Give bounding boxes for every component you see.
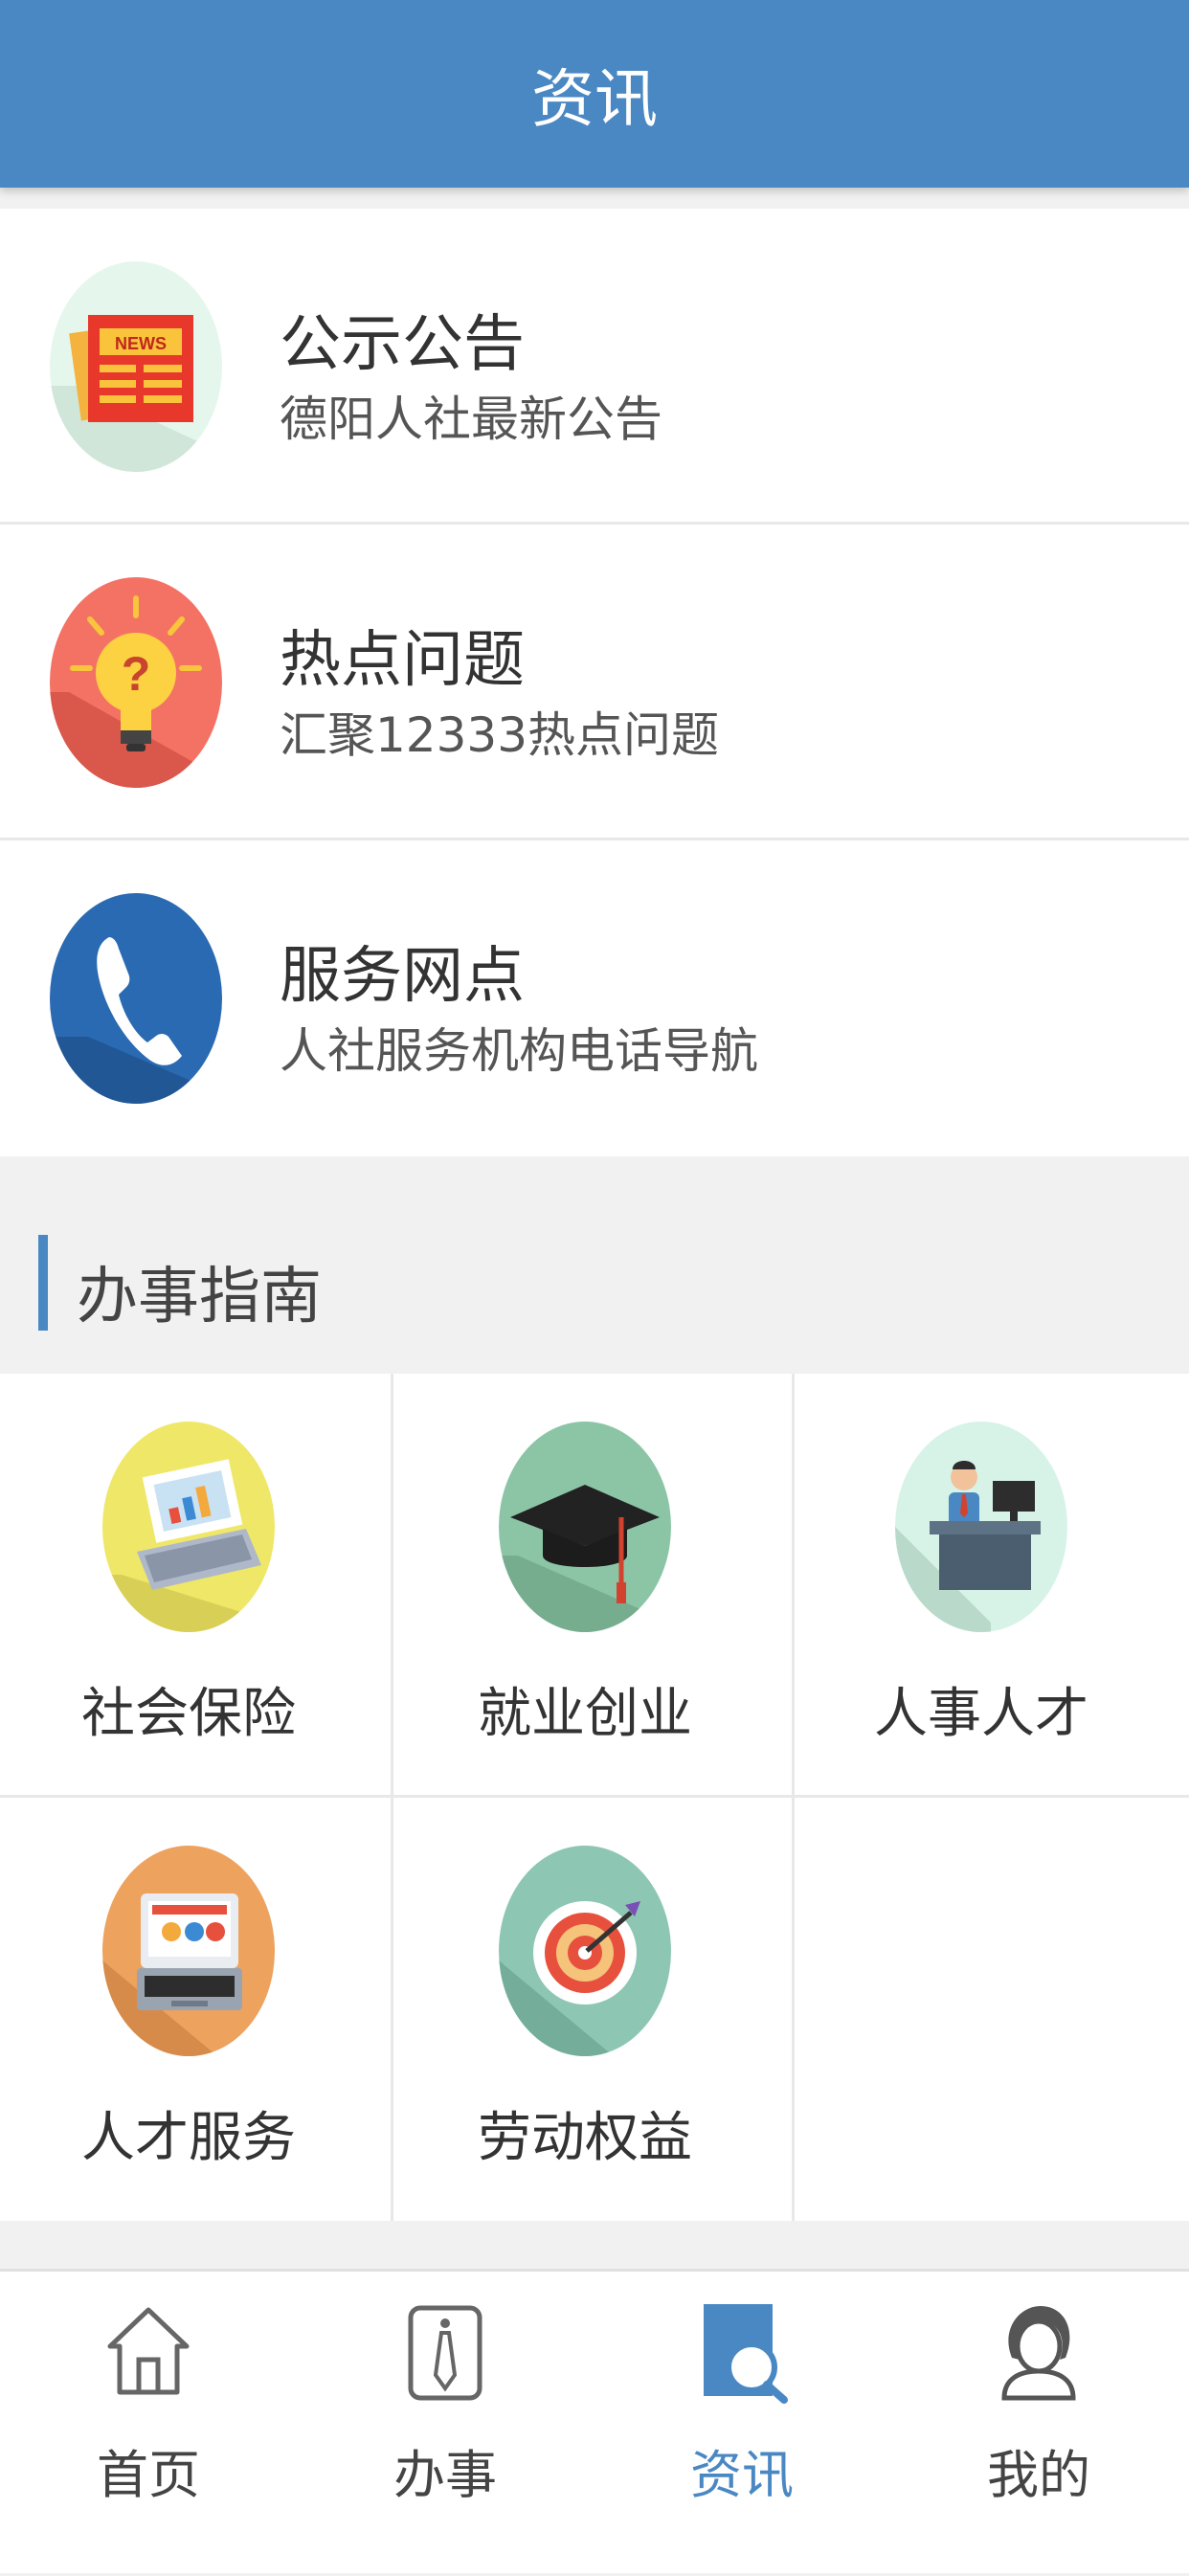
- guide-item-label: 人才服务: [81, 2107, 296, 2169]
- guide-item-label: 人事人才: [874, 1683, 1088, 1745]
- section-accent-bar: [38, 1235, 48, 1331]
- tab-label: 我的: [987, 2445, 1090, 2505]
- tab-services[interactable]: 办事: [297, 2272, 594, 2576]
- guide-item-personnel[interactable]: 人事人才: [793, 1374, 1189, 1795]
- tab-label: 办事: [393, 2445, 497, 2505]
- guide-item-labor-rights[interactable]: 劳动权益: [396, 1798, 793, 2219]
- info-item-announcements[interactable]: NEWS 公示公告 德阳人社最新公告: [0, 209, 1189, 525]
- guide-grid: 社会保险 就业创业 人事人才 人才服务 劳动权益: [0, 1374, 1189, 2221]
- guide-item-social-insurance[interactable]: 社会保险: [0, 1374, 396, 1795]
- bottom-tab-bar: 首页 办事 资讯 我的: [0, 2269, 1189, 2573]
- page-header: 资讯: [0, 0, 1189, 188]
- guide-item-label: 劳动权益: [478, 2107, 692, 2169]
- info-item-service-points[interactable]: 服务网点 人社服务机构电话导航: [0, 840, 1189, 1156]
- guide-item-label: 社会保险: [81, 1683, 296, 1745]
- laptop-chart-icon: [102, 1422, 275, 1632]
- guide-item-label: 就业创业: [478, 1683, 692, 1745]
- lightbulb-icon: ?: [50, 577, 222, 788]
- tab-profile[interactable]: 我的: [890, 2272, 1187, 2576]
- tab-label: 首页: [97, 2445, 200, 2505]
- info-item-title: 服务网点: [280, 941, 525, 1012]
- laptop-icon: [102, 1846, 275, 2056]
- guide-item-talent-service[interactable]: 人才服务: [0, 1798, 396, 2219]
- tab-label: 资讯: [690, 2445, 794, 2505]
- office-desk-icon: [895, 1422, 1067, 1632]
- info-item-subtitle: 德阳人社最新公告: [280, 392, 662, 447]
- page-title: 资讯: [531, 62, 658, 136]
- graduation-cap-icon: [499, 1422, 671, 1632]
- news-icon: NEWS: [50, 261, 222, 472]
- info-item-title: 公示公告: [280, 309, 525, 380]
- target-icon: [499, 1846, 671, 2056]
- svg-text:?: ?: [122, 647, 151, 701]
- news-search-icon: [704, 2304, 788, 2404]
- user-icon: [1001, 2306, 1076, 2401]
- info-item-hot-questions[interactable]: ? 热点问题 汇聚12333热点问题: [0, 525, 1189, 840]
- tab-news[interactable]: 资讯: [594, 2272, 890, 2576]
- news-badge-text: NEWS: [115, 334, 167, 353]
- tab-home[interactable]: 首页: [0, 2272, 297, 2576]
- guide-section-header: 办事指南: [0, 1163, 1189, 1374]
- phone-icon: [50, 893, 222, 1104]
- tie-icon: [408, 2305, 482, 2401]
- info-item-subtitle: 人社服务机构电话导航: [280, 1023, 758, 1079]
- guide-item-employment[interactable]: 就业创业: [396, 1374, 793, 1795]
- home-icon: [107, 2307, 190, 2395]
- info-item-title: 热点问题: [280, 625, 525, 696]
- info-list: NEWS 公示公告 德阳人社最新公告 ? 热点问题 汇聚12333热点问题 服务…: [0, 209, 1189, 1156]
- grid-divider: [0, 1795, 1189, 1798]
- info-item-subtitle: 汇聚12333热点问题: [280, 707, 720, 763]
- section-title: 办事指南: [77, 1262, 322, 1333]
